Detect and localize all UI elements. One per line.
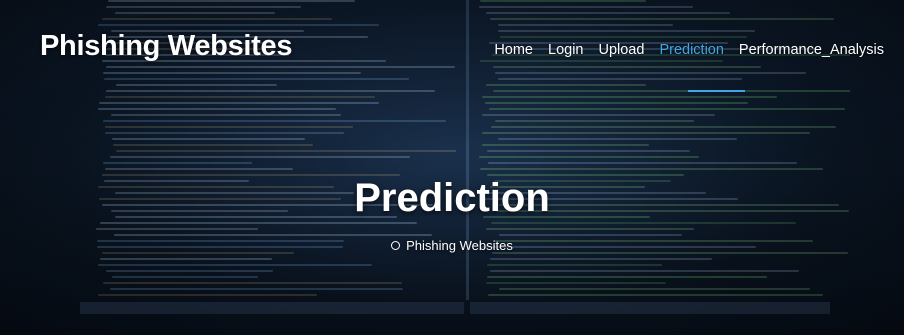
main-navigation: Home Login Upload Prediction Performance… <box>479 42 884 58</box>
page-title: Prediction <box>354 176 550 220</box>
nav-prediction[interactable]: Prediction <box>659 42 723 58</box>
nav-performance-analysis[interactable]: Performance_Analysis <box>739 42 884 58</box>
page: Phishing Websites Home Login Upload Pred… <box>0 0 904 335</box>
breadcrumb: Phishing Websites <box>0 238 904 253</box>
circle-bullet-icon <box>391 241 401 250</box>
nav-upload[interactable]: Upload <box>598 42 644 58</box>
breadcrumb-label: Phishing Websites <box>406 238 513 253</box>
active-nav-indicator <box>688 90 745 92</box>
nav-home[interactable]: Home <box>494 42 533 58</box>
nav-login[interactable]: Login <box>548 42 583 58</box>
site-brand-logo[interactable]: Phishing Websites <box>40 30 293 63</box>
